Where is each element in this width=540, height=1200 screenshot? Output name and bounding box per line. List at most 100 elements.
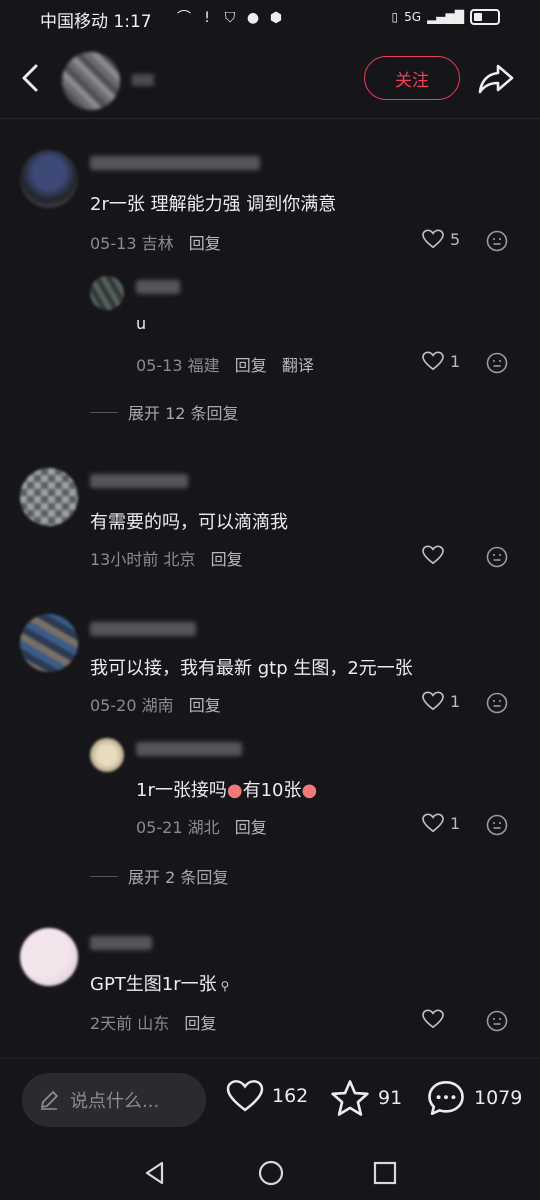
like-button[interactable] [422,1009,450,1029]
follow-button[interactable]: 关注 [364,56,460,100]
comment-text: 有需要的吗，可以滴滴我 [90,512,288,533]
comment-location: 湖北 [187,818,220,837]
comment-location: 山东 [137,1014,170,1033]
avatar[interactable] [20,614,78,672]
hd-icon: ⌒ [177,10,191,26]
dislike-icon[interactable] [486,692,508,714]
heart-icon [422,691,444,711]
comment-date: 05-13 [136,356,183,375]
like-button[interactable]: 1 [422,351,460,371]
reply-button[interactable]: 回复 [189,234,221,253]
alert-icon: ! [204,10,210,26]
system-nav-bar [0,1144,540,1200]
share-icon[interactable] [476,58,516,98]
comment-author-blurred[interactable] [136,280,180,294]
avatar[interactable] [90,738,124,772]
comment-author-blurred[interactable] [90,622,196,636]
dislike-icon[interactable] [486,230,508,252]
input-placeholder: 说点什么... [70,1091,160,1112]
back-icon[interactable] [18,60,44,96]
comment-text: 我可以接，我有最新 gtp 生图，2元一张 [90,658,413,679]
favorite-count: 91 [378,1087,403,1109]
expand-label: 展开 12 条回复 [128,404,239,423]
comment-meta: 05-21 湖北 回复 [136,814,267,838]
battery-icon [470,9,500,25]
comment-meta: 05-13 福建 回复 翻译 [136,352,314,376]
like-button[interactable]: 1 [422,813,460,833]
avatar[interactable] [20,150,78,208]
comment-location: 湖南 [141,696,174,715]
comment-location: 福建 [187,356,220,375]
comment-date: 13小时前 [90,550,159,569]
heart-icon [226,1080,264,1112]
expand-replies[interactable]: 展开 12 条回复 [90,400,239,424]
heart-icon [422,351,444,371]
author-avatar[interactable] [62,52,120,110]
header: 关注 [0,44,540,114]
like-count: 1 [450,813,461,833]
comment-input[interactable]: 说点什么... [22,1073,206,1127]
pencil-icon [41,1091,58,1110]
comment-count: 1079 [474,1087,523,1109]
expand-replies[interactable]: 展开 2 条回复 [90,864,228,888]
avatar[interactable] [20,928,78,986]
comment-date: 05-21 [136,818,183,837]
like-button[interactable]: 5 [422,229,460,249]
heart-icon [422,545,444,565]
comment-date: 05-13 [90,234,137,253]
author-name-blurred[interactable] [132,74,154,86]
expand-line [90,875,118,877]
peach-emoji-icon: ● [226,780,243,801]
comment-date: 2天前 [90,1014,133,1033]
reply-button[interactable]: 回复 [235,818,267,837]
search-icon[interactable]: ⚲ [217,979,229,993]
right-status: ▯ 5G ▂▄▆█ [392,9,500,25]
heart-icon [422,229,444,249]
reply-button[interactable]: 回复 [235,356,267,375]
dislike-icon[interactable] [486,814,508,836]
comment-text: u [136,314,147,333]
peach-emoji-icon: ● [301,780,318,801]
reply-button[interactable]: 回复 [211,550,243,569]
like-button[interactable] [422,545,450,565]
bottom-action-bar: 说点什么... 162 91 1079 [0,1058,540,1144]
comment-text-part: 有10张 [242,780,302,801]
comment-author-blurred[interactable] [90,156,260,170]
favorite-post-button[interactable]: 91 [330,1079,402,1117]
star-icon [331,1080,369,1116]
comment-author-blurred[interactable] [90,936,152,950]
comment-meta: 05-13 吉林 回复 [90,230,221,254]
dislike-icon[interactable] [486,352,508,374]
like-count: 5 [450,229,461,249]
heart-icon [422,813,444,833]
comment-author-blurred[interactable] [136,742,242,756]
reply-button[interactable]: 回复 [184,1014,216,1033]
like-count: 1 [450,351,461,371]
comment-meta: 13小时前 北京 回复 [90,546,243,570]
like-post-button[interactable]: 162 [226,1079,308,1113]
like-button[interactable]: 1 [422,691,460,711]
comment-author-blurred[interactable] [90,474,188,488]
nav-recent-icon[interactable] [372,1160,398,1186]
comment-location: 北京 [163,550,196,569]
nav-back-icon[interactable] [142,1160,168,1186]
avatar[interactable] [90,276,124,310]
comment-location: 吉林 [141,234,174,253]
avatar[interactable] [20,468,78,526]
nav-home-icon[interactable] [257,1159,285,1187]
comment-meta: 2天前 山东 回复 [90,1010,216,1034]
expand-label: 展开 2 条回复 [128,868,229,887]
dislike-icon[interactable] [486,546,508,568]
header-divider [0,118,540,119]
like-count: 1 [450,691,461,711]
comment-text: GPT生图1r一张 ⚲ [90,970,229,996]
reply-button[interactable]: 回复 [189,696,221,715]
translate-button[interactable]: 翻译 [282,356,314,375]
like-count: 162 [272,1085,309,1107]
app-notification-icon: ⬢ [269,10,283,26]
status-bar: 中国移动 1:17 ⌒ ! ⛉ ● ⬢ ▯ 5G ▂▄▆█ [0,0,540,38]
comment-date: 05-20 [90,696,137,715]
comment-post-button[interactable]: 1079 [426,1079,522,1117]
dislike-icon[interactable] [486,1010,508,1032]
comment-meta: 05-20 湖南 回复 [90,692,221,716]
